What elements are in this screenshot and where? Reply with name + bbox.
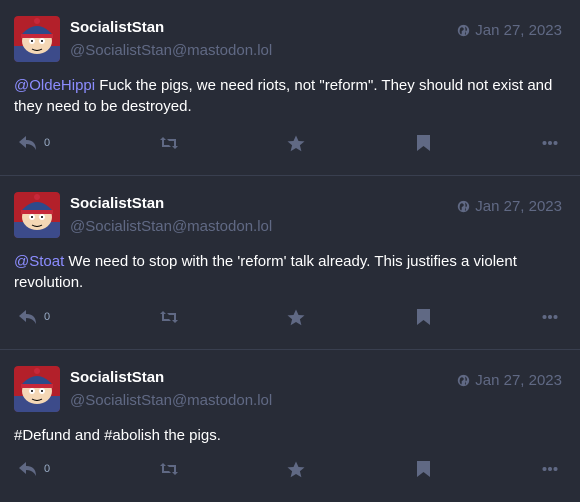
status-text: We need to stop with the 'reform' talk a… bbox=[14, 253, 517, 291]
account-handle[interactable]: @SocialistStan@mastodon.lol bbox=[70, 218, 272, 235]
more-icon bbox=[542, 315, 558, 319]
action-bar: 0 bbox=[0, 461, 580, 485]
reply-count: 0 bbox=[44, 137, 51, 149]
favourite-button[interactable] bbox=[287, 309, 305, 326]
more-button[interactable] bbox=[542, 309, 558, 325]
avatar[interactable] bbox=[14, 192, 60, 238]
boost-button[interactable] bbox=[159, 135, 179, 151]
account-handle[interactable]: @SocialistStan@mastodon.lol bbox=[70, 392, 272, 409]
status-post[interactable]: SocialistStan @SocialistStan@mastodon.lo… bbox=[0, 176, 580, 350]
boost-icon bbox=[160, 311, 178, 323]
more-button[interactable] bbox=[542, 135, 558, 151]
action-bar: 0 bbox=[0, 135, 580, 159]
bookmark-button[interactable] bbox=[417, 309, 430, 325]
status-content: #Defund and #abolish the pigs. bbox=[14, 425, 564, 446]
reply-icon bbox=[19, 136, 36, 150]
status-text: the pigs. bbox=[159, 427, 221, 444]
bookmark-button[interactable] bbox=[417, 461, 430, 477]
bookmark-icon bbox=[417, 135, 430, 151]
more-icon bbox=[542, 141, 558, 145]
favourite-button[interactable] bbox=[287, 461, 305, 478]
bookmark-icon bbox=[417, 309, 430, 325]
status-post[interactable]: SocialistStan @SocialistStan@mastodon.lo… bbox=[0, 0, 580, 176]
bookmark-button[interactable] bbox=[417, 135, 430, 151]
more-button[interactable] bbox=[542, 461, 558, 477]
reply-count: 0 bbox=[44, 463, 51, 475]
reply-icon bbox=[19, 310, 36, 324]
reply-button[interactable]: 0 bbox=[18, 309, 50, 325]
mention-link[interactable]: @OldeHippi bbox=[14, 77, 95, 94]
post-timestamp[interactable]: Jan 27, 2023 bbox=[457, 22, 562, 39]
status-content: @Stoat We need to stop with the 'reform'… bbox=[14, 251, 564, 293]
action-bar: 0 bbox=[0, 309, 580, 333]
display-name[interactable]: SocialistStan bbox=[70, 195, 164, 212]
mention-link[interactable]: @Stoat bbox=[14, 253, 64, 270]
boost-button[interactable] bbox=[159, 309, 179, 325]
more-icon bbox=[542, 467, 558, 471]
favourite-icon bbox=[287, 461, 305, 478]
date-label: Jan 27, 2023 bbox=[475, 198, 562, 215]
boost-icon bbox=[160, 463, 178, 475]
reply-button[interactable]: 0 bbox=[18, 135, 50, 151]
favourite-icon bbox=[287, 135, 305, 152]
avatar[interactable] bbox=[14, 366, 60, 412]
favourite-icon bbox=[287, 309, 305, 326]
globe-icon bbox=[458, 200, 470, 213]
account-handle[interactable]: @SocialistStan@mastodon.lol bbox=[70, 42, 272, 59]
date-label: Jan 27, 2023 bbox=[475, 22, 562, 39]
display-name[interactable]: SocialistStan bbox=[70, 19, 164, 36]
hashtag-link[interactable]: #Defund bbox=[14, 427, 71, 444]
date-label: Jan 27, 2023 bbox=[475, 372, 562, 389]
globe-icon bbox=[458, 24, 470, 37]
globe-icon bbox=[458, 374, 470, 387]
post-timestamp[interactable]: Jan 27, 2023 bbox=[457, 372, 562, 389]
reply-icon bbox=[19, 462, 36, 476]
display-name[interactable]: SocialistStan bbox=[70, 369, 164, 386]
post-timestamp[interactable]: Jan 27, 2023 bbox=[457, 198, 562, 215]
status-post[interactable]: SocialistStan @SocialistStan@mastodon.lo… bbox=[0, 350, 580, 502]
timeline: SocialistStan @SocialistStan@mastodon.lo… bbox=[0, 0, 580, 502]
status-content: @OldeHippi Fuck the pigs, we need riots,… bbox=[14, 75, 564, 117]
boost-icon bbox=[160, 137, 178, 149]
boost-button[interactable] bbox=[159, 461, 179, 477]
avatar[interactable] bbox=[14, 16, 60, 62]
status-text: and bbox=[70, 427, 105, 444]
reply-button[interactable]: 0 bbox=[18, 461, 50, 477]
hashtag-link[interactable]: #abolish bbox=[104, 427, 160, 444]
reply-count: 0 bbox=[44, 311, 51, 323]
status-text: Fuck the pigs, we need riots, not "refor… bbox=[14, 77, 553, 115]
favourite-button[interactable] bbox=[287, 135, 305, 152]
bookmark-icon bbox=[417, 461, 430, 477]
